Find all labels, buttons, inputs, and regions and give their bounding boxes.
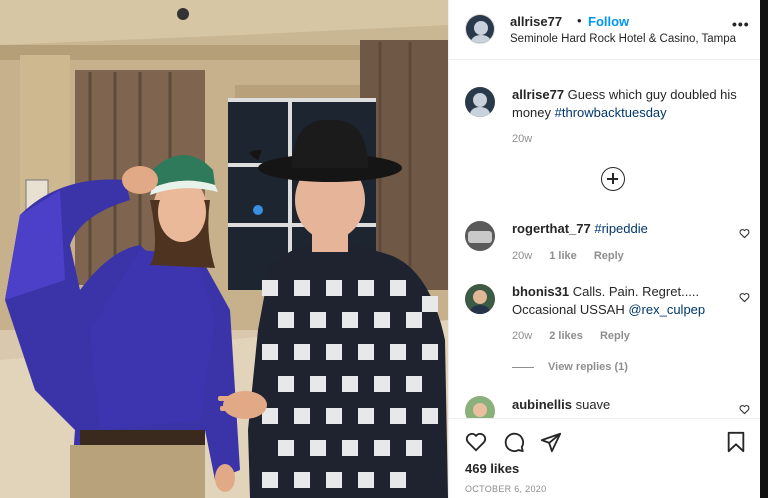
post-header: allrise77 • Follow Seminole Hard Rock Ho… (449, 0, 761, 60)
comment-icon[interactable] (503, 431, 525, 453)
post-location[interactable]: Seminole Hard Rock Hotel & Casino, Tampa (510, 33, 736, 45)
caption-username[interactable]: allrise77 (512, 87, 564, 102)
post-actions-bar: 469 likes OCTOBER 6, 2020 (449, 418, 761, 498)
comment-like-icon[interactable] (739, 228, 750, 239)
comment-likes[interactable]: 1 like (549, 250, 577, 262)
comment-hashtag[interactable]: #ripeddie (594, 221, 648, 236)
comment-timestamp: 20w (512, 250, 533, 262)
share-icon[interactable] (540, 431, 562, 453)
commenter-avatar[interactable] (465, 221, 495, 251)
caption-avatar[interactable] (465, 87, 495, 117)
likes-count[interactable]: 469 likes (465, 461, 519, 476)
comment-likes[interactable]: 2 likes (549, 330, 583, 342)
bookmark-icon[interactable] (725, 431, 747, 453)
comment-username[interactable]: bhonis31 (512, 284, 569, 299)
comment-meta: 20w 1 like Reply (512, 250, 638, 262)
comment-mention[interactable]: @rex_culpep (628, 302, 705, 317)
commenter-avatar-image (465, 221, 495, 251)
comment-text: rogerthat_77 #ripeddie (512, 220, 732, 238)
author-username[interactable]: allrise77 (510, 14, 562, 29)
author-avatar[interactable] (465, 14, 495, 44)
add-comment-icon[interactable] (601, 167, 625, 191)
comment-text: bhonis31 Calls. Pain. Regret..... Occasi… (512, 283, 732, 319)
comment-reply-button[interactable]: Reply (594, 250, 624, 262)
caption-timestamp: 20w (512, 133, 533, 145)
caption-hashtag[interactable]: #throwbacktuesday (555, 105, 667, 120)
comment-reply-button[interactable]: Reply (600, 330, 630, 342)
comment-like-icon[interactable] (739, 404, 750, 415)
post-date: OCTOBER 6, 2020 (465, 484, 547, 494)
author-avatar-image (466, 15, 494, 43)
comment-timestamp: 20w (512, 330, 533, 342)
photo-illustration (0, 0, 448, 498)
more-options-icon[interactable]: ••• (732, 16, 750, 32)
follow-button[interactable]: Follow (588, 14, 629, 29)
post-photo[interactable] (0, 0, 448, 498)
separator-dot: • (577, 13, 582, 28)
comment-username[interactable]: aubinellis (512, 397, 572, 412)
comment-like-icon[interactable] (739, 292, 750, 303)
heart-icon[interactable] (465, 431, 487, 453)
view-replies-label: View replies (1) (548, 361, 628, 373)
caption-avatar-image (465, 87, 495, 117)
replies-divider (512, 366, 534, 368)
commenter-avatar[interactable] (465, 284, 495, 314)
view-replies-button[interactable]: View replies (1) (512, 361, 628, 373)
comment-meta: 20w 2 likes Reply (512, 330, 644, 342)
caption-text: allrise77 Guess which guy doubled his mo… (512, 86, 752, 122)
background-edge (760, 0, 768, 498)
commenter-avatar-image (465, 284, 495, 314)
comment-text: aubinellis suave (512, 396, 732, 414)
comment-username[interactable]: rogerthat_77 (512, 221, 591, 236)
post-detail-panel: allrise77 • Follow Seminole Hard Rock Ho… (448, 0, 761, 498)
comment-body: suave (575, 397, 611, 412)
